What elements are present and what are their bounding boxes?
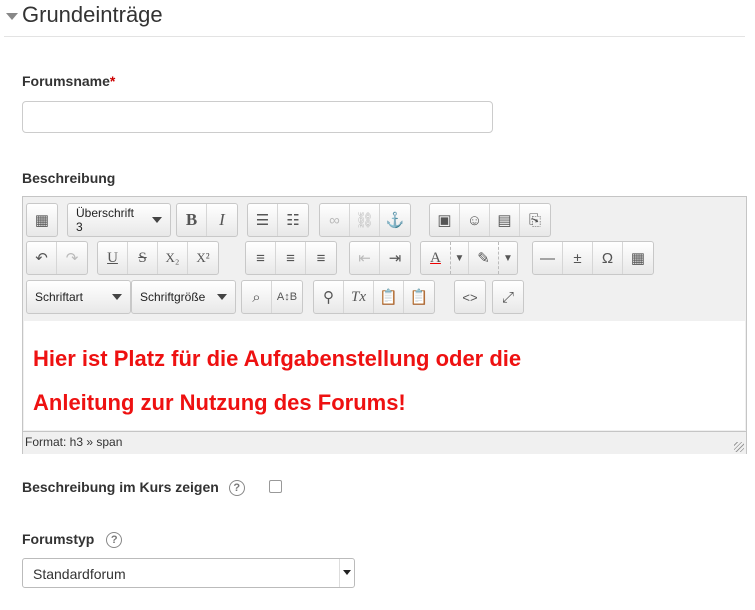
history-group: ↶ ↷	[26, 241, 88, 275]
section-title: Grundeinträge	[22, 2, 163, 27]
insert-group: — ± Ω ▦	[532, 241, 654, 275]
cleanup-group: ⚲ Tx 📋 📋	[313, 280, 435, 314]
forum-name-label: Forumsname*	[22, 73, 116, 89]
find-icon[interactable]: ⌕	[242, 281, 272, 313]
numbered-list-icon[interactable]: ☷	[278, 204, 308, 236]
help-icon[interactable]: ?	[228, 480, 245, 497]
insert-equation-icon[interactable]: ±	[563, 242, 593, 274]
resize-grip-icon[interactable]	[734, 442, 744, 452]
editor-statusbar: Format: h3 » span	[23, 431, 746, 454]
background-color-dropdown-icon[interactable]: ▼	[499, 242, 517, 274]
paste-word-icon[interactable]: 📋	[404, 281, 434, 313]
align-group: ≡ ≡ ≡	[245, 241, 337, 275]
indent-group: ⇤ ⇥	[349, 241, 411, 275]
font-family-select[interactable]: Schriftart	[26, 280, 131, 314]
strikethrough-button[interactable]: S	[128, 242, 158, 274]
subscript-button[interactable]: X₂	[158, 242, 188, 274]
anchor-icon[interactable]: ⚓	[380, 204, 410, 236]
show-description-row: Beschreibung im Kurs zeigen ?	[22, 479, 245, 497]
chevron-down-icon	[217, 294, 227, 300]
redo-icon[interactable]: ↷	[57, 242, 87, 274]
element-path: Format: h3 » span	[25, 435, 123, 449]
description-label: Beschreibung	[22, 170, 116, 186]
required-icon: *	[109, 73, 116, 89]
html-source-button[interactable]: <>	[455, 281, 485, 313]
format-group: B I	[176, 203, 238, 237]
toolbar-toggle-icon[interactable]: ▦	[27, 204, 57, 236]
forum-type-value: Standardforum	[33, 566, 126, 582]
chevron-down-icon	[112, 294, 122, 300]
section-header[interactable]: Grundeinträge	[4, 0, 745, 37]
text-color-icon[interactable]: A	[421, 242, 451, 274]
search-group: ⌕ A↕B	[241, 280, 303, 314]
color-group: A ▼ ✎ ▼	[420, 241, 518, 275]
media-icon[interactable]: ▤	[490, 204, 520, 236]
media-group: ▣ ☺ ▤ ⎘	[429, 203, 551, 237]
unlink-icon[interactable]: ⛓	[350, 204, 380, 236]
forum-name-input[interactable]	[22, 101, 493, 133]
indent-icon[interactable]: ⇥	[380, 242, 410, 274]
fullscreen-group: ⤢	[492, 280, 524, 314]
text-style-group: U S X₂ X²	[97, 241, 219, 275]
help-icon[interactable]: ?	[106, 532, 123, 549]
show-description-label: Beschreibung im Kurs zeigen	[22, 479, 219, 495]
cleanup-icon[interactable]: ⚲	[314, 281, 344, 313]
chevron-down-icon	[152, 217, 162, 223]
collapse-caret-icon[interactable]	[6, 13, 18, 20]
italic-button[interactable]: I	[207, 204, 237, 236]
content-line-1: Hier ist Platz für die Aufgabenstellung …	[33, 346, 522, 371]
special-char-button[interactable]: Ω	[593, 242, 623, 274]
rich-text-editor: ▦ Überschrift 3 B I ☰ ☷ ∞ ⛓ ⚓ ▣ ☺ ▤ ⎘ ↶ …	[22, 196, 747, 454]
forum-type-row: Forumstyp ?	[22, 531, 123, 549]
fullscreen-icon[interactable]: ⤢	[493, 281, 523, 313]
forum-type-label: Forumstyp	[22, 531, 95, 547]
block-format-value: Überschrift 3	[76, 206, 135, 234]
manage-files-icon[interactable]: ⎘	[520, 204, 550, 236]
show-description-checkbox[interactable]	[269, 480, 282, 493]
font-size-select[interactable]: Schriftgröße	[131, 280, 236, 314]
font-size-value: Schriftgröße	[140, 290, 206, 304]
image-icon[interactable]: ▣	[430, 204, 460, 236]
list-group: ☰ ☷	[247, 203, 309, 237]
underline-button[interactable]: U	[98, 242, 128, 274]
forum-type-select[interactable]: Standardforum	[22, 558, 355, 588]
bullet-list-icon[interactable]: ☰	[248, 204, 278, 236]
horizontal-rule-icon[interactable]: —	[533, 242, 563, 274]
editor-content[interactable]: Hier ist Platz für die Aufgabenstellung …	[24, 321, 745, 430]
align-left-icon[interactable]: ≡	[246, 242, 276, 274]
link-group: ∞ ⛓ ⚓	[319, 203, 411, 237]
link-icon[interactable]: ∞	[320, 204, 350, 236]
replace-icon[interactable]: A↕B	[272, 281, 302, 313]
code-group: <>	[454, 280, 486, 314]
superscript-button[interactable]: X²	[188, 242, 218, 274]
table-icon[interactable]: ▦	[623, 242, 653, 274]
paste-text-icon[interactable]: 📋	[374, 281, 404, 313]
content-heading: Hier ist Platz für die Aufgabenstellung …	[33, 337, 733, 425]
clear-formatting-button[interactable]: Tx	[344, 281, 374, 313]
background-color-icon[interactable]: ✎	[469, 242, 499, 274]
emoticon-icon[interactable]: ☺	[460, 204, 490, 236]
align-center-icon[interactable]: ≡	[276, 242, 306, 274]
content-line-2: Anleitung zur Nutzung des Forums!	[33, 390, 406, 415]
chevron-down-icon	[339, 559, 354, 587]
toolbar-toggle-group: ▦	[26, 203, 58, 237]
undo-icon[interactable]: ↶	[27, 242, 57, 274]
text-color-dropdown-icon[interactable]: ▼	[451, 242, 469, 274]
font-family-value: Schriftart	[35, 290, 84, 304]
align-right-icon[interactable]: ≡	[306, 242, 336, 274]
block-format-select[interactable]: Überschrift 3	[67, 203, 171, 237]
outdent-icon[interactable]: ⇤	[350, 242, 380, 274]
bold-button[interactable]: B	[177, 204, 207, 236]
